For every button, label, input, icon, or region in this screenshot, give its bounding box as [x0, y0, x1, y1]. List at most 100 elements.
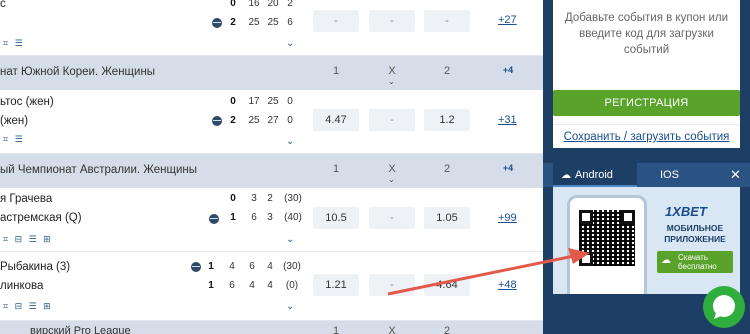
team1-name: я Грачева — [0, 193, 53, 205]
col-header-2: 2 — [443, 325, 451, 334]
volleyball-icon — [212, 116, 222, 126]
league-name: нат Южной Кореи. Женщины — [0, 66, 156, 78]
more-markets-link[interactable]: +4 — [488, 163, 528, 173]
set-score: 27 — [267, 115, 279, 126]
odd-1[interactable]: 1.21 — [313, 274, 359, 296]
set-score: 20 — [267, 0, 279, 9]
set-score: 25 — [248, 17, 260, 28]
set-score: (30) — [284, 193, 302, 204]
stats-icons[interactable]: ⌗ ⊟ ☰ ⊞ — [3, 301, 53, 312]
odd-1[interactable]: - — [313, 10, 359, 32]
league-header[interactable]: вирский Pro League 1 X 2 — [0, 321, 543, 334]
download-button[interactable]: ☁ Скачать бесплатно — [657, 251, 733, 273]
android-icon: ☁ — [661, 255, 671, 266]
set-score: 4 — [229, 261, 235, 272]
col-header-x: X — [388, 325, 396, 334]
set-score: 16 — [248, 0, 260, 9]
stats-icons[interactable]: ⌗ ☰ — [3, 38, 25, 49]
set-score: 2 — [287, 0, 293, 9]
odd-x[interactable]: - — [369, 207, 415, 229]
set-score: 17 — [248, 96, 260, 107]
more-markets-link[interactable]: +27 — [498, 14, 517, 26]
team1-name: ьтос (жен) — [0, 96, 54, 108]
col-header-1: 1 — [332, 163, 340, 175]
set-score: 1 — [230, 212, 236, 223]
volleyball-icon — [212, 18, 222, 28]
chevron-down-icon[interactable]: ⌄ — [286, 234, 294, 245]
odd-2[interactable]: 1.05 — [424, 207, 470, 229]
brand-logo: 1XBET — [665, 204, 707, 219]
more-markets-link[interactable]: +4 — [488, 65, 528, 75]
more-markets-link[interactable]: +31 — [498, 114, 517, 126]
set-score: 6 — [229, 280, 235, 291]
set-score: 3 — [251, 193, 257, 204]
events-list: с 0 16 20 2 2 25 25 6 ⌗ ☰ ⌄ - - - +27 на… — [0, 0, 543, 334]
tab-label: IOS — [660, 169, 679, 181]
league-name: ый Чемпионат Австралии. Женщины — [0, 164, 197, 176]
set-score: 2 — [267, 193, 273, 204]
odd-1[interactable]: 10.5 — [313, 207, 359, 229]
team2-name: астремская (Q) — [0, 212, 82, 224]
set-score: 2 — [230, 17, 236, 28]
match-row[interactable]: Рыбакина (3) линкова 1 4 6 4 (30) 1 6 4 … — [0, 253, 543, 321]
save-load-row: Сохранить / загрузить события — [553, 124, 740, 148]
team1-name: Рыбакина (3) — [0, 261, 71, 273]
col-header-1: 1 — [332, 325, 340, 334]
set-score: 6 — [249, 261, 255, 272]
coupon-message: Добавьте события в купон или введите код… — [564, 12, 729, 56]
set-score: 25 — [248, 115, 260, 126]
more-markets-link[interactable]: +99 — [498, 212, 517, 224]
close-icon[interactable]: ✕ — [721, 163, 750, 187]
register-button[interactable]: РЕГИСТРАЦИЯ — [553, 90, 740, 116]
sidebar: Добавьте события в купон или введите код… — [543, 0, 750, 334]
set-score: 1 — [208, 280, 214, 291]
set-score: 4 — [267, 261, 273, 272]
app-promo-banner[interactable]: 1XBET МОБИЛЬНОЕ ПРИЛОЖЕНИЕ ☁ Скачать бес… — [553, 187, 740, 294]
tab-android[interactable]: ☁ Android — [553, 163, 637, 187]
set-score: 25 — [267, 17, 279, 28]
set-score: 3 — [267, 212, 273, 223]
set-score: 2 — [230, 115, 236, 126]
chat-icon — [713, 295, 735, 319]
odd-2[interactable]: - — [424, 10, 470, 32]
android-icon: ☁ — [561, 170, 571, 181]
set-score: (0) — [285, 280, 299, 291]
tab-ios[interactable]: IOS — [655, 163, 715, 187]
odd-x[interactable]: - — [369, 274, 415, 296]
set-score: 6 — [287, 17, 293, 28]
odd-1[interactable]: 4.47 — [313, 109, 359, 131]
league-header[interactable]: ый Чемпионат Австралии. Женщины 1 X ⌄ 2 … — [0, 154, 543, 188]
promo-subtitle: МОБИЛЬНОЕ ПРИЛОЖЕНИЕ — [664, 223, 726, 244]
chevron-down-icon[interactable]: ⌄ — [286, 38, 294, 49]
set-score: 0 — [230, 96, 236, 107]
chevron-down-icon[interactable]: ⌄ — [388, 77, 395, 86]
set-score: 6 — [251, 212, 257, 223]
league-header[interactable]: нат Южной Кореи. Женщины 1 X ⌄ 2 +4 — [0, 56, 543, 90]
tennis-ball-icon — [191, 262, 201, 272]
chevron-down-icon[interactable]: ⌄ — [388, 175, 395, 184]
match-row[interactable]: я Грачева астремская (Q) 0 3 2 (30) 1 6 … — [0, 188, 543, 252]
col-header-x: X — [388, 163, 396, 175]
stats-icons[interactable]: ⌗ ☰ — [3, 134, 25, 145]
stats-icons[interactable]: ⌗ ⊟ ☰ ⊞ — [3, 234, 53, 245]
match-row[interactable]: ьтос (жен) (жен) 0 17 25 0 2 25 27 0 ⌗ ☰… — [0, 90, 543, 154]
odd-x[interactable]: - — [369, 10, 415, 32]
set-score: (40) — [284, 212, 302, 223]
col-header-x: X — [388, 65, 396, 77]
set-score: 0 — [230, 193, 236, 204]
set-score: 4 — [249, 280, 255, 291]
odd-2[interactable]: 4.64 — [424, 274, 470, 296]
col-header-2: 2 — [443, 163, 451, 175]
match-row[interactable]: с 0 16 20 2 2 25 25 6 ⌗ ☰ ⌄ - - - +27 — [0, 0, 543, 56]
team1-name: с — [0, 0, 6, 10]
odd-x[interactable]: - — [369, 109, 415, 131]
save-load-link[interactable]: Сохранить / загрузить события — [553, 131, 740, 143]
set-score: 0 — [287, 115, 293, 126]
chevron-down-icon[interactable]: ⌄ — [286, 136, 294, 147]
odd-2[interactable]: 1.2 — [424, 109, 470, 131]
chevron-down-icon[interactable]: ⌄ — [286, 301, 294, 312]
more-markets-link[interactable]: +48 — [498, 279, 517, 291]
chat-button[interactable] — [703, 286, 745, 328]
col-header-1: 1 — [332, 65, 340, 77]
set-score: 25 — [267, 96, 279, 107]
